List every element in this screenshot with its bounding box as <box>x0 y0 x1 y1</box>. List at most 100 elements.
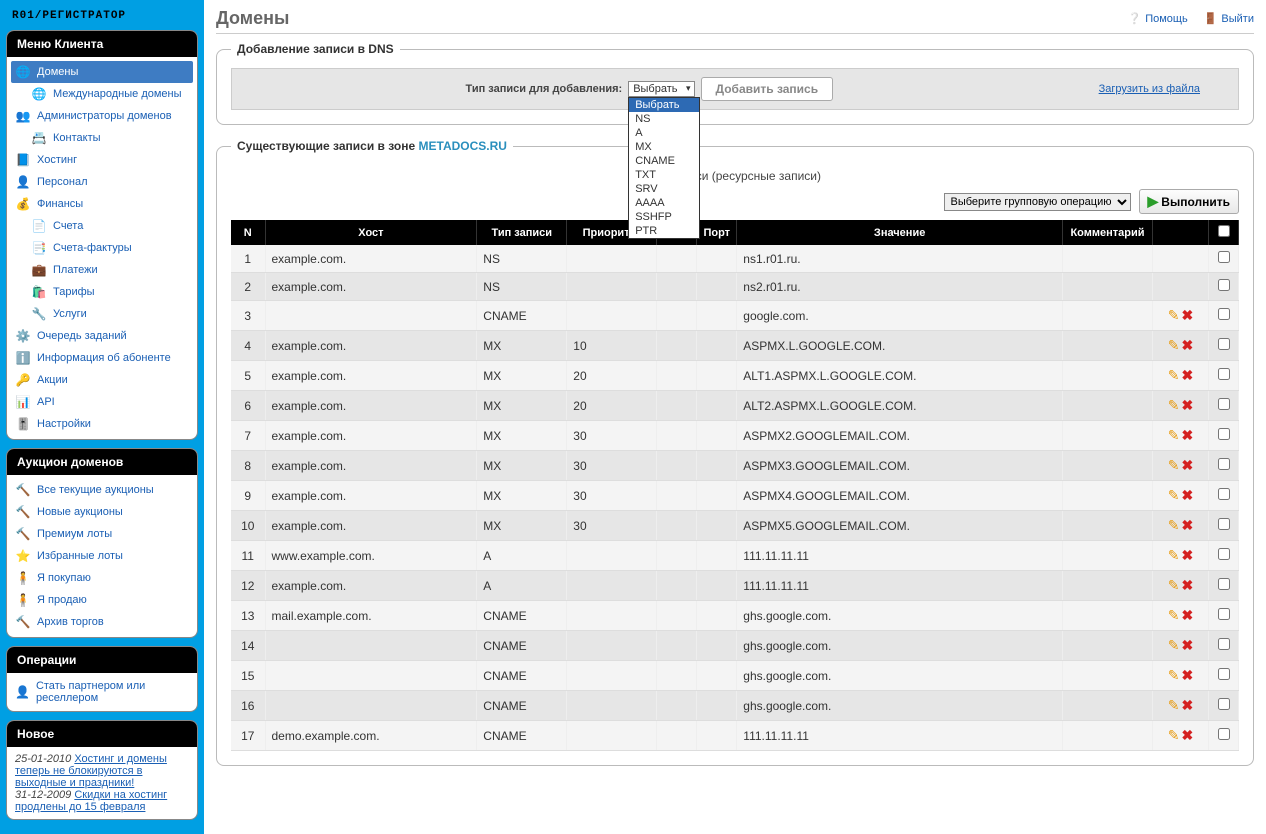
sidebar-item-международные-домены[interactable]: 🌐Международные домены <box>7 83 197 105</box>
select-all-checkbox[interactable] <box>1218 225 1230 237</box>
sidebar-item-label: Информация об абоненте <box>37 352 171 364</box>
sidebar-item-хостинг[interactable]: 📘Хостинг <box>7 149 197 171</box>
edit-icon[interactable]: ✎ <box>1168 487 1180 504</box>
row-checkbox[interactable] <box>1218 728 1230 740</box>
edit-icon[interactable]: ✎ <box>1168 667 1180 684</box>
delete-icon[interactable]: ✖ <box>1182 337 1194 354</box>
sidebar-item-акции[interactable]: 🔑Акции <box>7 369 197 391</box>
type-select[interactable]: Выбрать <box>628 81 694 97</box>
edit-icon[interactable]: ✎ <box>1168 367 1180 384</box>
sidebar-item-администраторы-доменов[interactable]: 👥Администраторы доменов <box>7 105 197 127</box>
sidebar-item-api[interactable]: 📊API <box>7 391 197 413</box>
edit-icon[interactable]: ✎ <box>1168 607 1180 624</box>
sidebar-item-счета-фактуры[interactable]: 📑Счета-фактуры <box>7 237 197 259</box>
sidebar-item-финансы[interactable]: 💰Финансы <box>7 193 197 215</box>
delete-icon[interactable]: ✖ <box>1182 397 1194 414</box>
delete-icon[interactable]: ✖ <box>1182 607 1194 624</box>
sidebar-item-контакты[interactable]: 📇Контакты <box>7 127 197 149</box>
delete-icon[interactable]: ✖ <box>1182 667 1194 684</box>
edit-icon[interactable]: ✎ <box>1168 307 1180 324</box>
row-checkbox[interactable] <box>1218 428 1230 440</box>
sidebar-item-label: Счета <box>53 220 83 232</box>
edit-icon[interactable]: ✎ <box>1168 427 1180 444</box>
type-option-aaaa[interactable]: AAAA <box>629 196 699 210</box>
add-record-button[interactable]: Добавить запись <box>701 77 834 101</box>
sidebar-item-стать-партнером-или-реселлером[interactable]: 👤Стать партнером или реселлером <box>7 677 197 707</box>
edit-icon[interactable]: ✎ <box>1168 637 1180 654</box>
row-checkbox[interactable] <box>1218 488 1230 500</box>
row-checkbox[interactable] <box>1218 251 1230 263</box>
delete-icon[interactable]: ✖ <box>1182 727 1194 744</box>
type-option-cname[interactable]: CNAME <box>629 154 699 168</box>
cell-value: ghs.google.com. <box>737 631 1063 661</box>
type-option-txt[interactable]: TXT <box>629 168 699 182</box>
delete-icon[interactable]: ✖ <box>1182 487 1194 504</box>
row-checkbox[interactable] <box>1218 398 1230 410</box>
help-link[interactable]: ❔Помощь <box>1128 12 1188 25</box>
type-option-ptr[interactable]: PTR <box>629 224 699 238</box>
edit-icon[interactable]: ✎ <box>1168 397 1180 414</box>
row-checkbox[interactable] <box>1218 638 1230 650</box>
sidebar-item-платежи[interactable]: 💼Платежи <box>7 259 197 281</box>
type-option-выбрать[interactable]: Выбрать <box>629 98 699 112</box>
row-checkbox[interactable] <box>1218 668 1230 680</box>
type-option-srv[interactable]: SRV <box>629 182 699 196</box>
row-checkbox[interactable] <box>1218 518 1230 530</box>
row-checkbox[interactable] <box>1218 279 1230 291</box>
table-row: 14CNAMEghs.google.com.✎✖ <box>231 631 1239 661</box>
execute-button[interactable]: ▶Выполнить <box>1139 189 1239 214</box>
row-checkbox[interactable] <box>1218 698 1230 710</box>
upload-from-file-link[interactable]: Загрузить из файла <box>1069 83 1230 95</box>
edit-icon[interactable]: ✎ <box>1168 577 1180 594</box>
logout-link[interactable]: 🚪Выйти <box>1204 12 1254 25</box>
sidebar-item-премиум-лоты[interactable]: 🔨Премиум лоты <box>7 523 197 545</box>
delete-icon[interactable]: ✖ <box>1182 427 1194 444</box>
sidebar-item-информация-об-абоненте[interactable]: ℹ️Информация об абоненте <box>7 347 197 369</box>
row-checkbox[interactable] <box>1218 338 1230 350</box>
col-select-all[interactable] <box>1209 220 1239 245</box>
type-option-mx[interactable]: MX <box>629 140 699 154</box>
type-option-a[interactable]: A <box>629 126 699 140</box>
edit-icon[interactable]: ✎ <box>1168 547 1180 564</box>
cell-check <box>1209 391 1239 421</box>
sidebar-item-услуги[interactable]: 🔧Услуги <box>7 303 197 325</box>
row-checkbox[interactable] <box>1218 368 1230 380</box>
sidebar-item-счета[interactable]: 📄Счета <box>7 215 197 237</box>
cell-host <box>265 301 477 331</box>
delete-icon[interactable]: ✖ <box>1182 457 1194 474</box>
delete-icon[interactable]: ✖ <box>1182 547 1194 564</box>
cell-actions: ✎✖ <box>1153 391 1209 421</box>
row-checkbox[interactable] <box>1218 578 1230 590</box>
row-checkbox[interactable] <box>1218 458 1230 470</box>
edit-icon[interactable]: ✎ <box>1168 457 1180 474</box>
sidebar-item-я-покупаю[interactable]: 🧍Я покупаю <box>7 567 197 589</box>
sidebar-item-тарифы[interactable]: 🛍️Тарифы <box>7 281 197 303</box>
table-row: 7example.com.MX30ASPMX2.GOOGLEMAIL.COM.✎… <box>231 421 1239 451</box>
row-checkbox[interactable] <box>1218 608 1230 620</box>
edit-icon[interactable]: ✎ <box>1168 727 1180 744</box>
sidebar-item-персонал[interactable]: 👤Персонал <box>7 171 197 193</box>
sidebar-item-настройки[interactable]: 🎚️Настройки <box>7 413 197 435</box>
edit-icon[interactable]: ✎ <box>1168 697 1180 714</box>
delete-icon[interactable]: ✖ <box>1182 517 1194 534</box>
edit-icon[interactable]: ✎ <box>1168 337 1180 354</box>
type-option-ns[interactable]: NS <box>629 112 699 126</box>
row-checkbox[interactable] <box>1218 308 1230 320</box>
sidebar-item-архив-торгов[interactable]: 🔨Архив торгов <box>7 611 197 633</box>
sidebar-item-я-продаю[interactable]: 🧍Я продаю <box>7 589 197 611</box>
type-option-sshfp[interactable]: SSHFP <box>629 210 699 224</box>
delete-icon[interactable]: ✖ <box>1182 577 1194 594</box>
sidebar-item-домены[interactable]: 🌐Домены <box>11 61 193 83</box>
sidebar-item-избранные-лоты[interactable]: ⭐Избранные лоты <box>7 545 197 567</box>
type-dropdown[interactable]: ВыбратьNSAMXCNAMETXTSRVAAAASSHFPPTR <box>628 97 700 239</box>
delete-icon[interactable]: ✖ <box>1182 367 1194 384</box>
edit-icon[interactable]: ✎ <box>1168 517 1180 534</box>
group-operation-select[interactable]: Выберите групповую операцию <box>944 193 1131 211</box>
delete-icon[interactable]: ✖ <box>1182 637 1194 654</box>
sidebar-item-новые-аукционы[interactable]: 🔨Новые аукционы <box>7 501 197 523</box>
sidebar-item-все-текущие-аукционы[interactable]: 🔨Все текущие аукционы <box>7 479 197 501</box>
delete-icon[interactable]: ✖ <box>1182 307 1194 324</box>
sidebar-item-очередь-заданий[interactable]: ⚙️Очередь заданий <box>7 325 197 347</box>
delete-icon[interactable]: ✖ <box>1182 697 1194 714</box>
row-checkbox[interactable] <box>1218 548 1230 560</box>
